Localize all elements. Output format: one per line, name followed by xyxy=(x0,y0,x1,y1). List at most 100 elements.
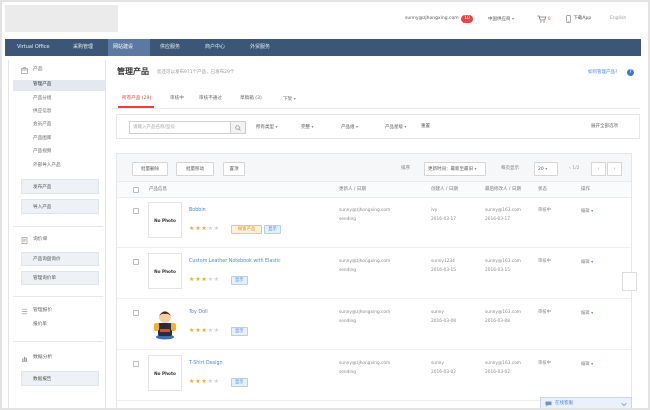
modified-date: 2016-03-17 xyxy=(485,217,510,222)
edit-action-link[interactable]: 编辑 ▾ xyxy=(581,311,593,316)
next-page-button[interactable]: › xyxy=(607,162,622,176)
reset-filters-link[interactable]: 重置 xyxy=(421,124,430,130)
import-product-button[interactable]: 导入产品 xyxy=(21,199,99,214)
nav-item-supply[interactable]: 供应服务 xyxy=(160,45,180,50)
modified-date: 2016-03-08 xyxy=(485,319,510,324)
help-icon[interactable]: ? xyxy=(627,69,634,76)
nav-virtual-office[interactable]: Virtual Office xyxy=(17,45,50,50)
chevron-down-icon: ▾ xyxy=(591,208,594,213)
tab-drafts[interactable]: 草稿箱 (3) xyxy=(240,96,262,102)
nav-item-merchant[interactable]: 商户中心 xyxy=(205,45,225,50)
column-header-updated: 更新人 / 日期 xyxy=(339,187,366,192)
table-toolbar: 批量删除 批量移动 置顶 排序 更新时间：最新至最旧 ▾ 每页显示 20 ▾ ‹ 1… xyxy=(117,154,631,182)
sidebar-item-supply-info[interactable]: 供应信息 xyxy=(33,109,51,115)
star-rating: ★★★★★ xyxy=(189,379,220,385)
supplier-menu-label: 中国供应商 xyxy=(488,17,511,22)
main-nav: Virtual Office 采购管理 网站建设 供应服务 商户中心 外贸服务 xyxy=(5,39,641,56)
updated-by: sunny@zjhongxing.com xyxy=(339,310,391,315)
sidebar-item-quotes[interactable]: 报价单 xyxy=(33,322,47,328)
modified-by: sunny@163.com xyxy=(485,310,521,315)
online-chat-bar[interactable]: 在线客服 xyxy=(540,397,632,410)
edit-action-link[interactable]: 编辑 ▾ xyxy=(581,362,593,367)
row-checkbox[interactable] xyxy=(133,259,139,265)
manage-inquiry-button[interactable]: 管理询价单 xyxy=(21,271,99,285)
no-photo-label: No Photo xyxy=(154,370,176,376)
table-row: No Photo Bobbin ★★★★★ 橱窗产品 显示 sunny@zjhon… xyxy=(117,198,631,248)
product-inquiry-button[interactable]: 产品询盘询价 xyxy=(21,252,99,266)
expand-options-link[interactable]: 展开全部选项 xyxy=(591,124,618,130)
product-thumbnail[interactable]: No Photo xyxy=(148,355,182,391)
updated-note: sending xyxy=(339,319,356,324)
user-account-link[interactable]: sunny@zjhongxing.com xyxy=(405,16,459,22)
page-size-value: 20 xyxy=(538,167,544,172)
product-badge: 显示 xyxy=(231,378,248,387)
nav-item-procurement[interactable]: 采购管理 xyxy=(73,45,93,50)
edit-action-label: 编辑 xyxy=(581,209,590,214)
nav-item-website[interactable]: 网站建设 xyxy=(113,45,133,50)
pin-top-button[interactable]: 置顶 xyxy=(223,162,245,176)
notification-badge[interactable]: 10 xyxy=(461,15,473,23)
sidebar-item-product-video[interactable]: 产品视频 xyxy=(33,149,51,155)
nav-item-trade[interactable]: 外贸服务 xyxy=(250,45,270,50)
tab-all-products[interactable]: 所有产品 (29) xyxy=(122,96,151,102)
data-report-button[interactable]: 数据报告 xyxy=(21,371,99,386)
star-rating: ★★★★★ xyxy=(189,226,220,232)
sidebar-item-import-products[interactable]: 外部导入产品 xyxy=(33,163,61,169)
modified-by: sunny@163.com xyxy=(485,259,521,264)
completeness-filter-dropdown[interactable]: 完整 ▾ xyxy=(301,125,314,131)
tab-offline[interactable]: 下架 ▾ xyxy=(283,97,296,103)
sidebar-divider xyxy=(13,296,103,297)
prev-page-button[interactable]: ‹ xyxy=(591,162,606,176)
group-filter-dropdown[interactable]: 产品组 ▾ xyxy=(341,125,358,131)
help-link[interactable]: 如何管理产品? xyxy=(588,70,617,76)
publish-product-button[interactable]: 发布产品 xyxy=(21,179,99,194)
row-checkbox[interactable] xyxy=(133,208,139,214)
status-text: 审核中 xyxy=(538,361,551,366)
updated-note: sending xyxy=(339,217,356,222)
chevron-down-icon: ▾ xyxy=(591,361,594,366)
type-filter-dropdown[interactable]: 所有类型 ▾ xyxy=(256,125,278,131)
cart-count: 0 xyxy=(548,16,551,21)
sidebar-item-manage-products[interactable]: 管理产品 xyxy=(33,82,51,88)
row-checkbox[interactable] xyxy=(133,310,139,316)
product-name-link[interactable]: Toy Doll xyxy=(189,310,208,316)
cart-button[interactable]: 0 xyxy=(537,15,553,24)
download-app-link[interactable]: 下载App xyxy=(566,15,591,23)
logo[interactable] xyxy=(5,5,118,32)
product-search-input[interactable] xyxy=(129,121,231,134)
sidebar-section-quote: 管理报价 xyxy=(33,308,53,313)
tab-under-review[interactable]: 审核中 xyxy=(170,96,184,102)
batch-move-button[interactable]: 批量移动 xyxy=(176,162,214,176)
product-name-link[interactable]: Custom Leather Notebook with Elastic xyxy=(189,259,281,265)
edit-action-link[interactable]: 编辑 ▾ xyxy=(581,209,593,214)
tab-offline-label: 下架 xyxy=(283,97,293,102)
modified-by: sunny@163.com xyxy=(485,361,521,366)
product-name-link[interactable]: T-Shirt Design xyxy=(189,361,223,367)
no-photo-label: No Photo xyxy=(154,268,176,274)
product-thumbnail[interactable] xyxy=(148,304,182,340)
chevron-down-icon: ▾ xyxy=(404,124,407,129)
edit-action-link[interactable]: 编辑 ▾ xyxy=(581,260,593,265)
chevron-down-icon: ▾ xyxy=(591,259,594,264)
supplier-menu[interactable]: 中国供应商 ▾ xyxy=(488,17,514,23)
page-size-select[interactable]: 20 ▾ xyxy=(534,162,558,176)
product-thumbnail[interactable]: No Photo xyxy=(148,202,182,238)
language-switch[interactable]: English xyxy=(610,16,626,22)
product-name-link[interactable]: Bobbin xyxy=(189,208,206,214)
star-filter-dropdown[interactable]: 产品星级 ▾ xyxy=(385,125,407,131)
tab-rejected[interactable]: 审核不通过 xyxy=(199,96,222,102)
chat-label: 在线客服 xyxy=(555,401,573,406)
product-thumbnail[interactable]: No Photo xyxy=(148,253,182,289)
feedback-side-tab[interactable] xyxy=(622,272,637,291)
sidebar-item-product-gallery[interactable]: 产品图库 xyxy=(33,136,51,142)
sort-select[interactable]: 更新时间：最新至最旧 ▾ xyxy=(424,162,486,176)
batch-delete-button[interactable]: 批量删除 xyxy=(132,162,168,176)
sidebar-item-member-products[interactable]: 会员产品 xyxy=(33,122,51,128)
star-icon: ★ xyxy=(213,327,220,334)
search-button[interactable] xyxy=(230,121,246,134)
row-checkbox[interactable] xyxy=(133,361,139,367)
sidebar-item-product-groups[interactable]: 产品分组 xyxy=(33,96,51,102)
star-icon: ★ xyxy=(213,225,220,232)
product-badges: 显示 xyxy=(231,378,250,387)
select-all-checkbox[interactable] xyxy=(133,187,139,193)
